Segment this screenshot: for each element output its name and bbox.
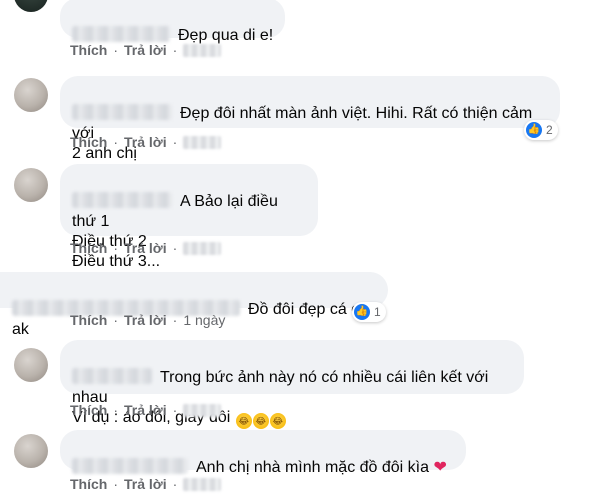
like-link[interactable]: Thích bbox=[70, 402, 107, 418]
comment-bubble: Đồ đôi đẹp cá c ak bbox=[0, 272, 388, 338]
separator: · bbox=[113, 240, 119, 256]
avatar[interactable] bbox=[14, 78, 48, 112]
timestamp[interactable] bbox=[183, 136, 222, 149]
like-icon: 👍 bbox=[354, 304, 370, 320]
separator: · bbox=[113, 42, 119, 58]
avatar[interactable] bbox=[14, 168, 48, 202]
avatar[interactable] bbox=[14, 0, 48, 12]
avatar[interactable] bbox=[14, 434, 48, 468]
reaction-count[interactable]: 👍 2 bbox=[524, 120, 558, 140]
timestamp[interactable]: 1 ngày bbox=[183, 312, 225, 328]
reaction-count[interactable]: 👍 1 bbox=[352, 302, 386, 322]
reply-link[interactable]: Trả lời bbox=[124, 240, 167, 256]
like-icon: 👍 bbox=[526, 122, 542, 138]
author-name[interactable] bbox=[72, 458, 188, 474]
comment-bubble: Đẹp qua di e! bbox=[60, 0, 286, 44]
separator: · bbox=[172, 476, 178, 492]
reply-link[interactable]: Trả lời bbox=[124, 42, 167, 58]
comment-bubble: Trong bức ảnh này nó có nhiều cái liên k… bbox=[60, 340, 524, 429]
separator: · bbox=[113, 476, 119, 492]
reaction-number: 1 bbox=[374, 305, 381, 319]
separator: · bbox=[113, 312, 119, 328]
comment-actions: Thích · Trả lời · bbox=[70, 42, 222, 58]
comment-bubble: Anh chị nhà mình mặc đồ đôi kìa ❤ bbox=[60, 430, 466, 476]
timestamp[interactable] bbox=[183, 242, 222, 255]
like-link[interactable]: Thích bbox=[70, 240, 107, 256]
avatar[interactable] bbox=[14, 348, 48, 382]
heart-emoji: ❤ bbox=[433, 459, 447, 476]
author-name[interactable] bbox=[72, 26, 170, 42]
timestamp[interactable] bbox=[183, 478, 222, 491]
separator: · bbox=[113, 402, 119, 418]
comment-actions: Thích · Trả lời · bbox=[70, 240, 222, 256]
comment-text: Anh chị nhà mình mặc đồ đôi kìa bbox=[196, 459, 430, 476]
author-name[interactable] bbox=[72, 104, 172, 120]
separator: · bbox=[113, 134, 119, 150]
timestamp[interactable] bbox=[183, 404, 222, 417]
timestamp[interactable] bbox=[183, 44, 222, 57]
like-link[interactable]: Thích bbox=[70, 134, 107, 150]
like-link[interactable]: Thích bbox=[70, 312, 107, 328]
like-link[interactable]: Thích bbox=[70, 476, 107, 492]
author-name[interactable] bbox=[72, 192, 172, 208]
separator: · bbox=[172, 312, 178, 328]
reply-link[interactable]: Trả lời bbox=[124, 402, 167, 418]
comment-actions: Thích · Trả lời · bbox=[70, 476, 222, 492]
separator: · bbox=[172, 42, 178, 58]
laughing-emoji: 😂 😂 😂 bbox=[230, 409, 286, 429]
separator: · bbox=[172, 402, 178, 418]
author-name[interactable] bbox=[72, 368, 152, 384]
comment-actions: Thích · Trả lời · bbox=[70, 134, 222, 150]
reply-link[interactable]: Trả lời bbox=[124, 134, 167, 150]
comment-bubble: Đẹp đôi nhất màn ảnh việt. Hihi. Rất có … bbox=[60, 76, 560, 162]
comment-bubble: A Bảo lại điều thứ 1 Điều thứ 2 Điều thứ… bbox=[60, 164, 318, 270]
separator: · bbox=[172, 134, 178, 150]
reply-link[interactable]: Trả lời bbox=[124, 312, 167, 328]
comment-actions: Thích · Trả lời · 1 ngày bbox=[70, 312, 225, 328]
reaction-number: 2 bbox=[546, 123, 553, 137]
comment-actions: Thích · Trả lời · bbox=[70, 402, 222, 418]
reply-link[interactable]: Trả lời bbox=[124, 476, 167, 492]
like-link[interactable]: Thích bbox=[70, 42, 107, 58]
separator: · bbox=[172, 240, 178, 256]
